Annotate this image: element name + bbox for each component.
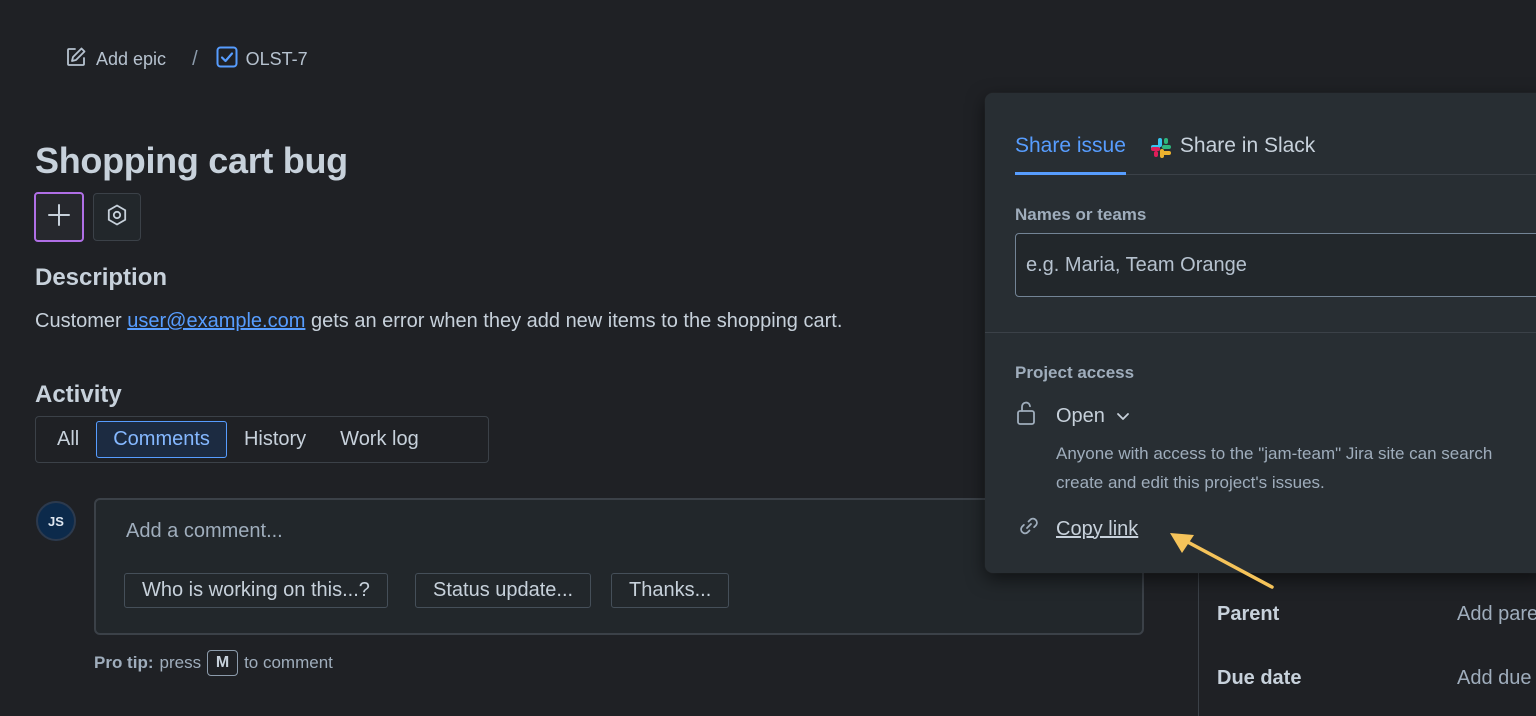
description-prefix: Customer bbox=[35, 310, 128, 332]
popup-divider bbox=[985, 332, 1536, 333]
names-field-label: Names or teams bbox=[1015, 205, 1147, 224]
pro-tip: Pro tip: press M to comment bbox=[94, 650, 333, 676]
due-date-value[interactable]: Add due date bbox=[1457, 667, 1536, 690]
tab-all[interactable]: All bbox=[40, 421, 96, 458]
avatar[interactable]: JS bbox=[36, 501, 76, 541]
comment-input[interactable]: Add a comment... bbox=[126, 520, 283, 543]
hexagon-settings-icon bbox=[105, 203, 129, 232]
tab-history[interactable]: History bbox=[227, 421, 323, 458]
email-link[interactable]: user@example.com bbox=[127, 310, 305, 332]
tab-work-log[interactable]: Work log bbox=[323, 421, 436, 458]
link-icon bbox=[1016, 513, 1042, 545]
share-issue-label: Share issue bbox=[1015, 134, 1126, 157]
slack-icon bbox=[1150, 137, 1172, 159]
names-input[interactable] bbox=[1015, 233, 1536, 297]
activity-tabs: All Comments History Work log bbox=[35, 416, 489, 463]
access-description: Anyone with access to the "jam-team" Jir… bbox=[1056, 439, 1492, 497]
checkbox-icon bbox=[216, 46, 238, 73]
quick-reply-thanks[interactable]: Thanks... bbox=[611, 573, 730, 608]
add-button[interactable] bbox=[34, 192, 84, 242]
chevron-down-icon bbox=[1115, 408, 1131, 424]
project-access-label: Project access bbox=[1015, 363, 1135, 382]
add-epic-label: Add epic bbox=[96, 48, 167, 69]
apps-button[interactable] bbox=[93, 193, 141, 241]
issue-page: Add epic / OLST-7 Shopping cart bug Desc… bbox=[0, 0, 1536, 716]
copy-link-button[interactable]: Copy link bbox=[1016, 513, 1138, 545]
issue-key-link[interactable]: OLST-7 bbox=[216, 46, 308, 73]
tab-comments[interactable]: Comments bbox=[96, 421, 227, 458]
access-value: Open bbox=[1056, 404, 1105, 427]
access-description-line1: Anyone with access to the "jam-team" Jir… bbox=[1056, 444, 1493, 463]
page-title[interactable]: Shopping cart bug bbox=[35, 140, 348, 182]
unlock-icon bbox=[1015, 400, 1037, 432]
quick-reply-who-is-working[interactable]: Who is working on this...? bbox=[124, 573, 388, 608]
breadcrumb: Add epic / OLST-7 bbox=[64, 46, 308, 72]
pro-tip-label: Pro tip: bbox=[94, 653, 154, 672]
quick-reply-status-update[interactable]: Status update... bbox=[415, 573, 592, 608]
share-popup: Share issue Share in Slack Names or team… bbox=[985, 93, 1536, 573]
share-tabs: Share issue Share in Slack bbox=[1015, 127, 1536, 175]
description-heading: Description bbox=[35, 264, 168, 291]
due-date-label: Due date bbox=[1217, 667, 1302, 689]
copy-link-label: Copy link bbox=[1056, 517, 1139, 540]
access-description-line2: create and edit this project's issues. bbox=[1056, 473, 1325, 492]
description-text[interactable]: Customer user@example.com gets an error … bbox=[35, 310, 842, 333]
pro-tip-press: press bbox=[159, 653, 202, 672]
parent-label: Parent bbox=[1217, 603, 1280, 625]
tab-share-in-slack[interactable]: Share in Slack bbox=[1150, 127, 1315, 175]
parent-value[interactable]: Add parent bbox=[1457, 603, 1536, 626]
issue-key: OLST-7 bbox=[245, 48, 308, 69]
edit-icon bbox=[64, 45, 88, 74]
annotation-arrow bbox=[1160, 525, 1280, 600]
description-suffix: gets an error when they add new items to… bbox=[305, 310, 843, 332]
breadcrumb-separator: / bbox=[192, 47, 198, 70]
activity-heading: Activity bbox=[35, 381, 122, 408]
tab-share-issue[interactable]: Share issue bbox=[1015, 127, 1126, 175]
share-in-slack-label: Share in Slack bbox=[1179, 134, 1316, 157]
add-epic-link[interactable]: Add epic bbox=[64, 45, 166, 74]
project-access-select[interactable]: Open bbox=[1015, 400, 1131, 432]
pro-tip-suffix: to comment bbox=[244, 653, 333, 672]
keyboard-shortcut-key: M bbox=[207, 650, 239, 676]
plus-icon bbox=[46, 202, 72, 233]
